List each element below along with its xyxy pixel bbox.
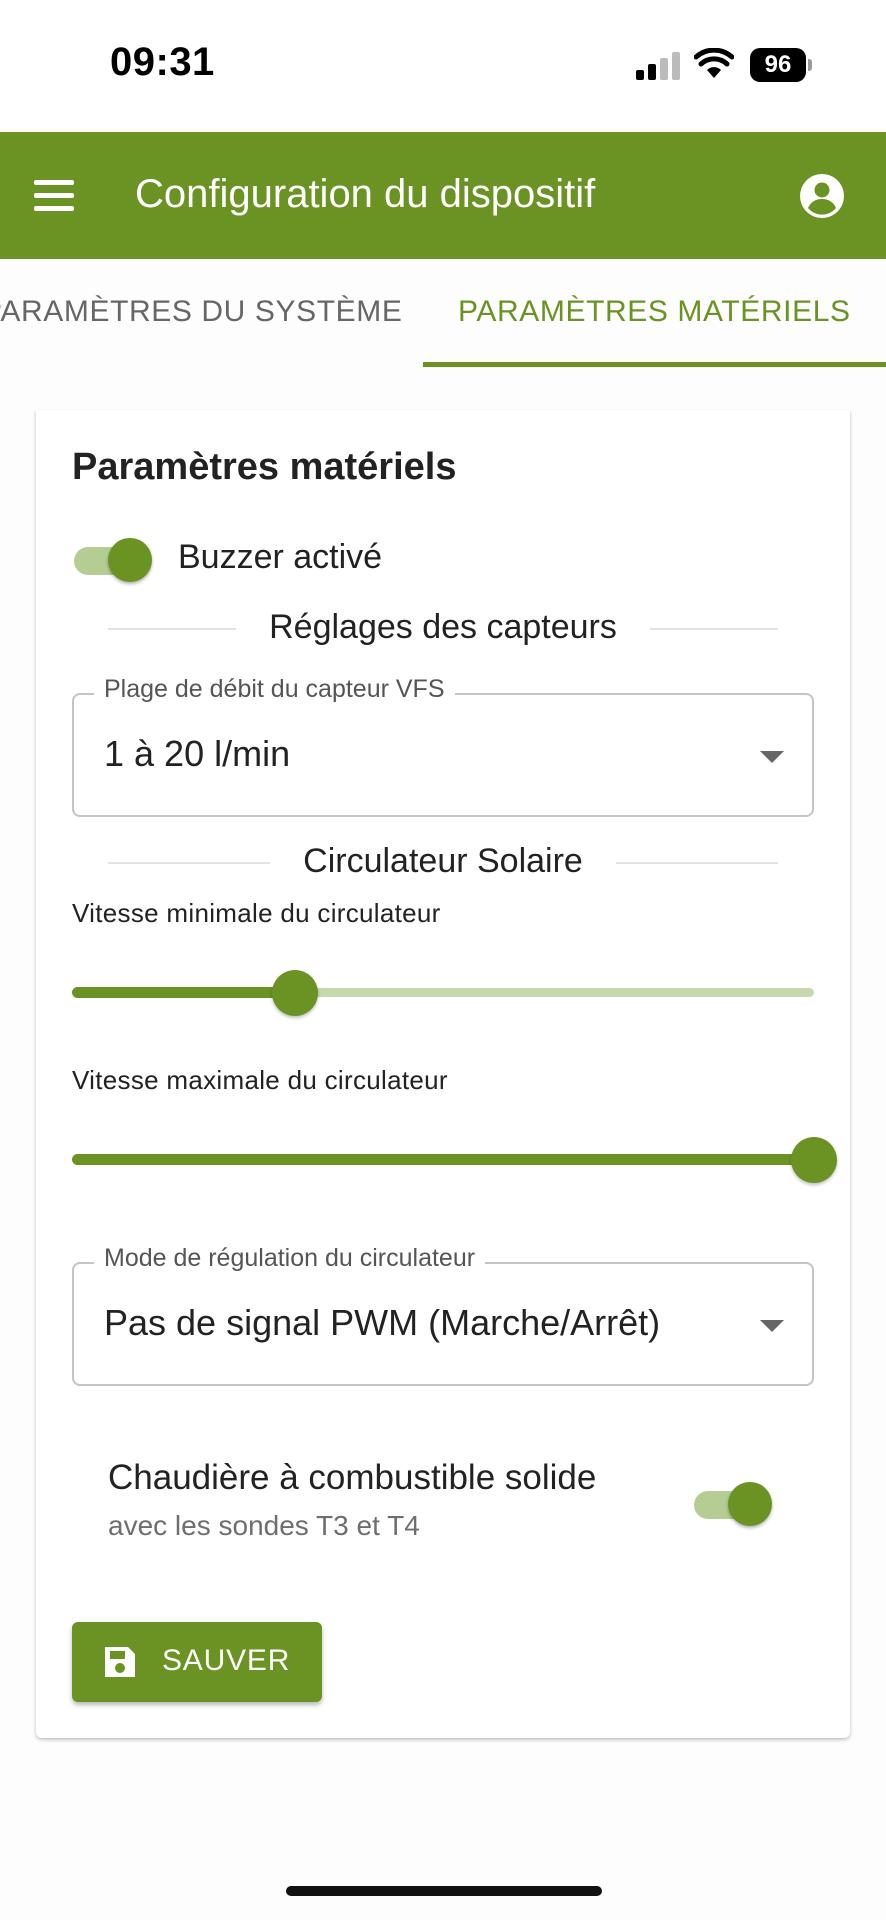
circulator-section-title: Circulateur Solaire bbox=[303, 842, 583, 880]
regulation-mode-legend: Mode de régulation du circulateur bbox=[94, 1244, 486, 1273]
max-speed-slider[interactable] bbox=[72, 1135, 837, 1183]
save-button-label: SAUVER bbox=[162, 1644, 291, 1677]
max-speed-label: Vitesse maximale du circulateur bbox=[72, 1065, 448, 1095]
menu-icon[interactable] bbox=[32, 174, 76, 218]
save-button[interactable]: SAUVER bbox=[72, 1622, 322, 1702]
vfs-range-legend: Plage de débit du capteur VFS bbox=[94, 675, 455, 704]
buzzer-label: Buzzer activé bbox=[178, 538, 383, 576]
min-speed-thumb[interactable] bbox=[272, 970, 318, 1016]
min-speed-slider[interactable] bbox=[72, 968, 814, 1016]
app-bar: Configuration du dispositif bbox=[0, 132, 886, 259]
tab-bar: PARAMÈTRES DU SYSTÈME PARAMÈTRES MATÉRIE… bbox=[0, 259, 886, 367]
battery-icon: 96 bbox=[750, 48, 812, 82]
cellular-signal-icon bbox=[636, 52, 680, 80]
regulation-mode-select[interactable]: Mode de régulation du circulateur Pas de… bbox=[72, 1244, 814, 1386]
vfs-range-value: 1 à 20 l/min bbox=[104, 733, 291, 774]
regulation-mode-value: Pas de signal PWM (Marche/Arrêt) bbox=[104, 1302, 661, 1343]
active-tab-indicator bbox=[423, 362, 886, 367]
vfs-range-select[interactable]: Plage de débit du capteur VFS 1 à 20 l/m… bbox=[72, 675, 814, 817]
save-icon bbox=[105, 1647, 135, 1677]
circulator-section-divider: Circulateur Solaire bbox=[108, 842, 778, 882]
card-title: Paramètres matériels bbox=[72, 446, 457, 488]
sensors-section-title: Réglages des capteurs bbox=[269, 608, 617, 646]
tab-system-settings[interactable]: PARAMÈTRES DU SYSTÈME bbox=[0, 295, 402, 329]
tab-hardware-settings[interactable]: PARAMÈTRES MATÉRIELS bbox=[458, 295, 851, 329]
status-bar: 09:31 96 bbox=[0, 0, 886, 132]
solid-fuel-boiler-title: Chaudière à combustible solide bbox=[108, 1458, 597, 1497]
battery-level: 96 bbox=[750, 48, 806, 82]
hardware-settings-card: Paramètres matériels Buzzer activé Régla… bbox=[36, 410, 850, 1738]
min-speed-fill bbox=[72, 987, 295, 998]
account-circle-icon[interactable] bbox=[798, 172, 846, 220]
dropdown-arrow-icon bbox=[760, 751, 784, 763]
sensors-section-divider: Réglages des capteurs bbox=[108, 608, 778, 648]
wifi-icon bbox=[694, 48, 734, 78]
status-time: 09:31 bbox=[110, 40, 215, 84]
min-speed-label: Vitesse minimale du circulateur bbox=[72, 898, 441, 928]
max-speed-thumb[interactable] bbox=[791, 1137, 837, 1183]
home-indicator bbox=[286, 1886, 602, 1896]
page-title: Configuration du dispositif bbox=[135, 172, 596, 216]
dropdown-arrow-icon bbox=[760, 1320, 784, 1332]
buzzer-toggle[interactable] bbox=[70, 536, 152, 584]
solid-fuel-boiler-subtitle: avec les sondes T3 et T4 bbox=[108, 1510, 420, 1541]
max-speed-fill bbox=[72, 1154, 814, 1165]
solid-fuel-boiler-toggle[interactable] bbox=[690, 1480, 772, 1528]
